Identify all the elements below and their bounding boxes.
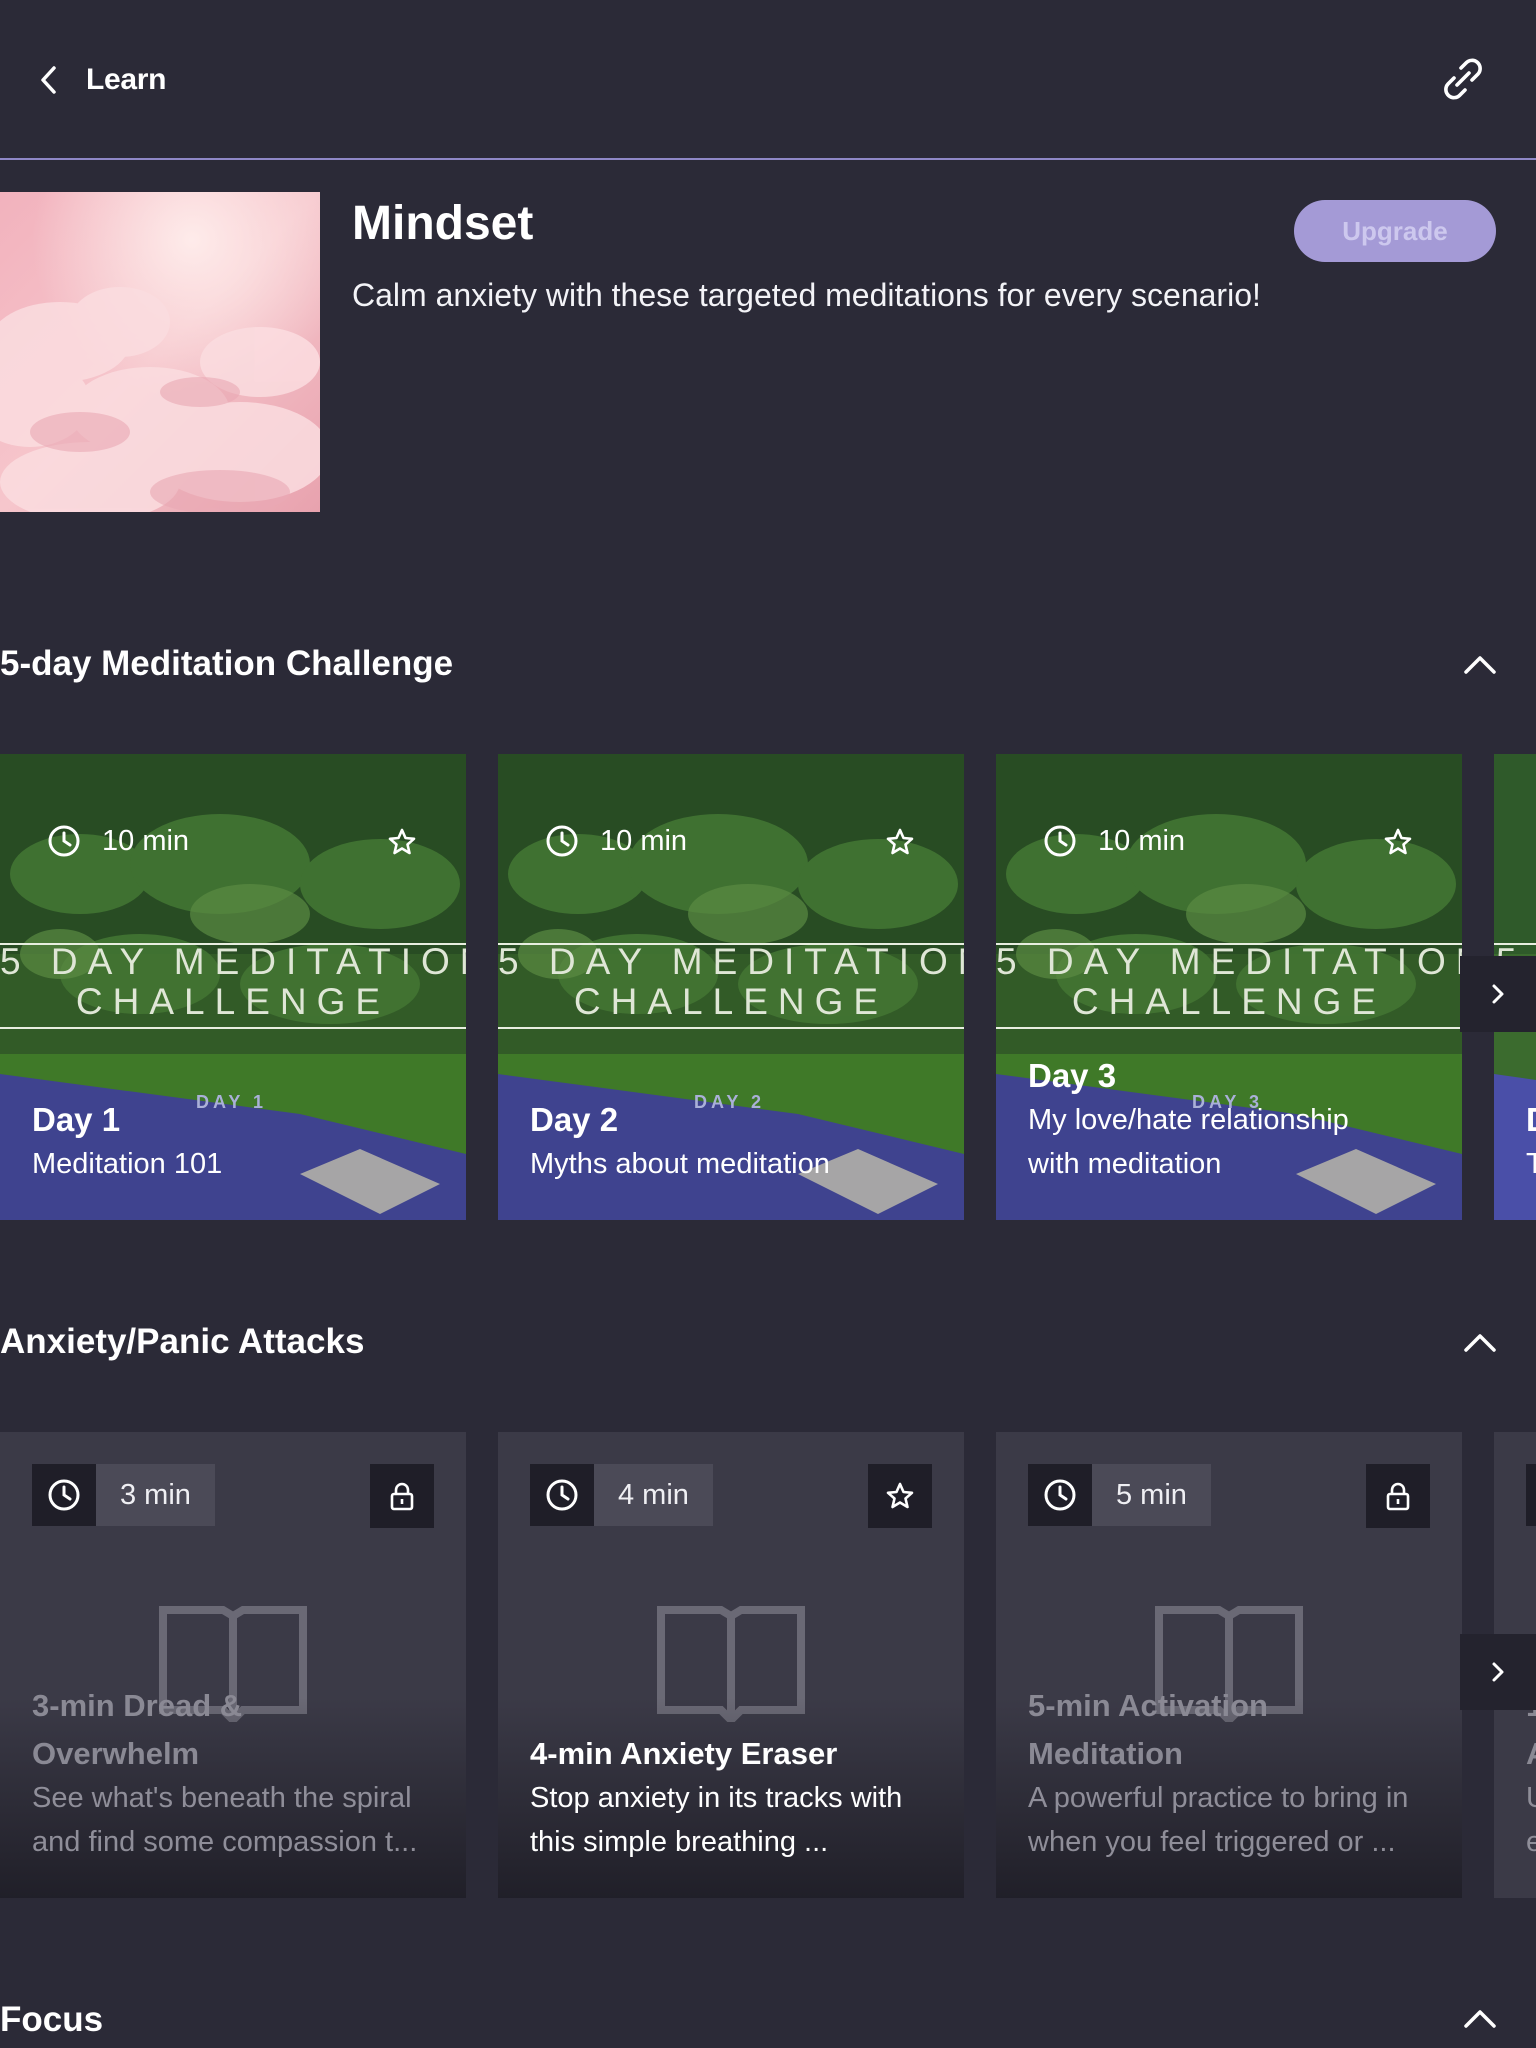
card-description-line-1: A powerful practice to bring in	[1028, 1782, 1409, 1814]
meditation-card-dread-overwhelm[interactable]: 3 min 3-min Dread & Overwhelm See what's …	[0, 1432, 466, 1898]
card-subtitle: Myths about meditation	[530, 1148, 830, 1180]
card-title: 4-min Anxiety Eraser	[530, 1736, 838, 1771]
collapse-chevron-up-icon[interactable]	[1462, 646, 1498, 682]
card-title: 3-min Dread & Overwhelm	[32, 1688, 243, 1771]
meditation-card-anxiety-eraser[interactable]: 4 min 4-min Anxiety Eraser Stop anxiety …	[498, 1432, 964, 1898]
card-day-label: Day 1	[32, 1101, 121, 1138]
card-day-label: D	[1526, 1098, 1536, 1142]
clock-icon	[1028, 1464, 1092, 1526]
back-chevron-icon[interactable]	[34, 60, 68, 100]
card-description-line-1: U	[1526, 1776, 1536, 1820]
carousel-next-chevron-icon[interactable]	[1460, 1634, 1536, 1710]
carousel-next-chevron-icon[interactable]	[1460, 956, 1536, 1032]
duration-label: 3 min	[96, 1464, 215, 1526]
card-subtitle: Meditation 101	[32, 1148, 223, 1180]
card-subtitle: My love/hate relationship with meditation	[1028, 1104, 1349, 1180]
mindset-cover-image	[0, 192, 320, 512]
duration-pill: 10 min	[32, 810, 213, 872]
favorite-star-icon[interactable]	[868, 1464, 932, 1528]
page-title: Mindset	[352, 197, 534, 250]
card-description-line-1: See what's beneath the spiral	[32, 1782, 412, 1814]
card-description-line-1: Stop anxiety in its tracks with	[530, 1782, 903, 1814]
section-title-meditation-challenge: 5-day Meditation Challenge	[0, 644, 454, 683]
banner-text: 5 DAY MEDITATION CHALLENGE	[996, 941, 1462, 1022]
duration-label: 10 min	[600, 825, 688, 857]
collapse-chevron-up-icon[interactable]	[1462, 1324, 1498, 1360]
top-bar: Learn	[0, 0, 1536, 160]
section-title-anxiety-panic: Anxiety/Panic Attacks	[0, 1322, 365, 1361]
card-description-line-2: e	[1526, 1820, 1536, 1864]
lock-icon	[1366, 1464, 1430, 1528]
favorite-star-icon[interactable]	[370, 810, 434, 874]
card-day-label: Day 3	[1028, 1057, 1117, 1094]
card-description-line-2: and find some compassion t...	[32, 1826, 418, 1858]
meditation-card-activation[interactable]: 5 min 5-min Activation Meditation A power…	[996, 1432, 1462, 1898]
challenge-card-day-2[interactable]: 5 DAY MEDITATION CHALLENGE DAY 2 10 min D…	[498, 754, 964, 1220]
upgrade-button[interactable]: Upgrade	[1294, 200, 1496, 262]
duration-pill: 10 min	[1028, 810, 1209, 872]
banner-text: 5 DAY MEDITATION CHALLENGE	[498, 941, 964, 1022]
section-title-focus: Focus	[0, 2000, 104, 2039]
link-icon[interactable]	[1440, 56, 1486, 102]
challenge-card-day-1[interactable]: 5 DAY MEDITATION CHALLENGE DAY 1 10 min D…	[0, 754, 466, 1220]
clock-icon	[1526, 1464, 1536, 1526]
duration-pill: 10 min	[530, 810, 711, 872]
duration-pill: 4 min	[530, 1464, 713, 1526]
collapse-chevron-up-icon[interactable]	[1462, 2000, 1498, 2036]
card-description-line-2: when you feel triggered or ...	[1028, 1826, 1396, 1858]
duration-label: 5 min	[1092, 1464, 1211, 1526]
duration-pill: 3 min	[32, 1464, 215, 1526]
day-tag: DAY 1	[196, 1092, 268, 1112]
meditation-challenge-carousel: 5 DAY MEDITATION CHALLENGE DAY 1 10 min D…	[0, 754, 1536, 1220]
clock-icon	[1028, 810, 1092, 872]
banner-text: 5 DAY MEDITATION CHALLENGE	[0, 941, 466, 1022]
anxiety-carousel: 3 min 3-min Dread & Overwhelm See what's …	[0, 1432, 1536, 1898]
favorite-star-icon[interactable]	[868, 810, 932, 874]
card-day-label: Day 2	[530, 1101, 619, 1138]
card-subtitle: T	[1526, 1148, 1536, 1180]
page-description: Calm anxiety with these targeted meditat…	[352, 277, 1261, 313]
back-link-learn[interactable]: Learn	[86, 60, 167, 100]
clock-icon	[530, 1464, 594, 1526]
favorite-star-icon[interactable]	[1366, 810, 1430, 874]
day-tag: DAY 2	[694, 1092, 766, 1112]
duration-label: 10 min	[1098, 825, 1186, 857]
clock-icon	[530, 810, 594, 872]
clock-icon	[32, 1464, 96, 1526]
duration-label: 10 min	[102, 825, 190, 857]
clock-icon	[32, 810, 96, 872]
card-description-line-2: this simple breathing ...	[530, 1826, 829, 1858]
lock-icon	[370, 1464, 434, 1528]
duration-label: 4 min	[594, 1464, 713, 1526]
challenge-card-day-3[interactable]: 5 DAY MEDITATION CHALLENGE DAY 3 10 min D…	[996, 754, 1462, 1220]
card-title: 5-min Activation Meditation	[1028, 1688, 1268, 1771]
duration-pill: 5 min	[1028, 1464, 1211, 1526]
